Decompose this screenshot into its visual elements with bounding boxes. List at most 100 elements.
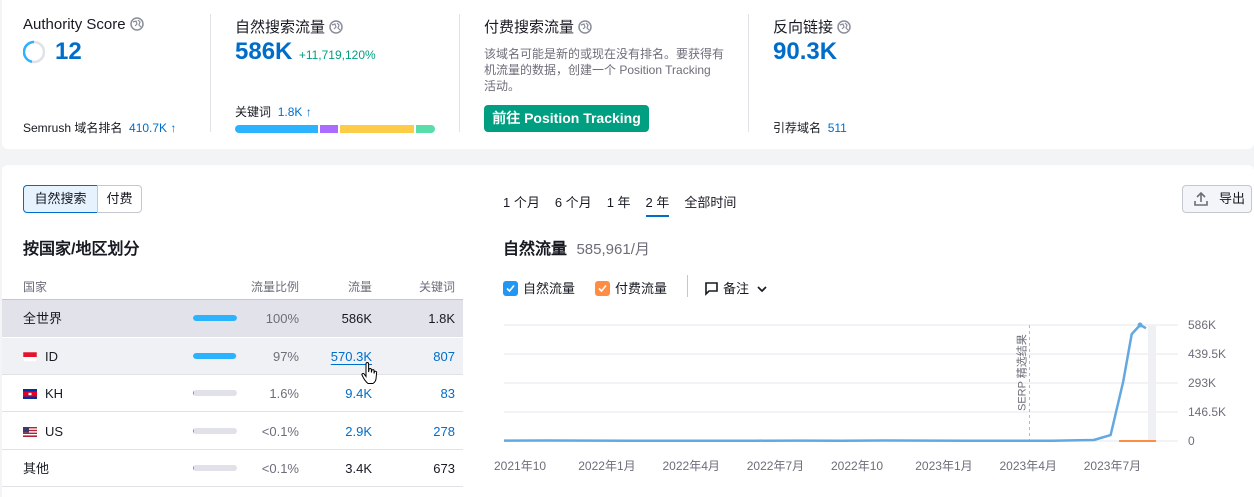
chart-title-value: 585,961/月 (576, 241, 650, 258)
globe-icon[interactable] (129, 17, 144, 31)
table-row[interactable]: ID 97% 570.3K 807 (2, 337, 463, 375)
x-tick-label: 2022年4月 (663, 459, 720, 473)
table-row[interactable]: KH 1.6% 9.4K 83 (2, 375, 463, 412)
legend-organic[interactable]: 自然流量 (503, 278, 575, 297)
traffic-card: 自然搜索 付费 按国家/地区划分 国家 流量比例 流量 关键词 全世界 100% 5… (2, 165, 1254, 497)
y-tick-label: 146.5K (1188, 405, 1226, 419)
country-cell: ID (23, 338, 58, 375)
traffic-cell[interactable]: 2.9K (302, 413, 372, 450)
distribution-segment[interactable] (235, 125, 319, 133)
keywords-up-arrow-icon: ↑ (305, 105, 312, 119)
semrush-rank: Semrush 域名排名 410.7K ↑ (23, 121, 177, 135)
authority-gauge-icon (23, 40, 45, 64)
organic-traffic-value-group: 586K +11,719,120% (235, 38, 376, 66)
share-cell: 100% (265, 311, 299, 326)
organic-keywords-value[interactable]: 1.8K (278, 105, 303, 119)
country-cell: 全世界 (23, 300, 62, 337)
chart-title: 自然流量 (503, 241, 568, 258)
traffic-cell: 3.4K (345, 461, 372, 476)
chart-hover-band (1147, 325, 1156, 441)
paid-traffic-message: 该域名可能是新的或现在没有排名。要获得有 机流量的数据，创建一个 Positio… (484, 47, 725, 93)
period-option[interactable]: 1 年 (607, 192, 631, 217)
globe-icon[interactable] (329, 20, 343, 34)
overview-card: Authority Score 12 Semrush 域名排名 410.7K ↑… (2, 0, 1254, 149)
keywords-cell[interactable]: 278 (385, 413, 455, 450)
organic-keywords: 关键词 1.8K ↑ (235, 105, 312, 119)
organic-checkbox-icon[interactable] (503, 281, 518, 296)
paid-checkbox-icon[interactable] (595, 281, 610, 296)
cambodia-flag-icon (23, 389, 37, 399)
country-cell: US (23, 413, 63, 450)
col-header-share[interactable]: 流量比例 (199, 278, 299, 295)
organic-toggle-button[interactable]: 自然搜索 (23, 185, 98, 213)
keywords-cell: 1.8K (428, 311, 455, 326)
semrush-rank-value[interactable]: 410.7K (129, 121, 167, 135)
x-tick-label: 2022年10 (831, 459, 883, 473)
distribution-segment[interactable] (415, 125, 435, 133)
period-selector: 1 个月 6 个月 1 年 2 年全部时间 (503, 192, 736, 217)
chart-title-group: 自然流量 585,961/月 (503, 235, 650, 259)
country-name: 全世界 (23, 311, 63, 326)
country-name: 其他 (23, 461, 50, 476)
traffic-share-bar (193, 465, 237, 471)
export-button[interactable]: 导出 (1182, 185, 1252, 213)
divider (459, 14, 460, 132)
period-option[interactable]: 2 年 (645, 192, 670, 217)
traffic-cell: 586K (341, 311, 372, 326)
distribution-segment[interactable] (320, 125, 338, 133)
table-row[interactable]: US <0.1% 2.9K 278 (2, 413, 463, 450)
col-header-keywords[interactable]: 关键词 (385, 278, 455, 295)
data-point[interactable] (1137, 322, 1143, 328)
period-option[interactable]: 全部时间 (684, 192, 736, 217)
comment-icon (705, 282, 718, 296)
organic-traffic-change: +11,719,120% (298, 48, 376, 62)
period-option[interactable]: 6 个月 (555, 192, 592, 217)
y-tick-label: 293K (1188, 376, 1216, 390)
globe-icon[interactable] (578, 20, 592, 34)
referring-domains: 引荐域名 511 (773, 121, 847, 135)
organic-traffic-value[interactable]: 586K (235, 38, 292, 65)
organic-traffic-title: 自然搜索流量 (235, 16, 343, 37)
position-tracking-button[interactable]: 前往 Position Tracking (484, 105, 649, 132)
backlinks-title: 反向链接 (773, 16, 851, 37)
annotation-label: SERP 精选结果 (1016, 334, 1029, 411)
export-icon (1194, 192, 1208, 206)
backlinks-value[interactable]: 90.3K (773, 38, 837, 66)
period-option[interactable]: 1 个月 (503, 192, 540, 217)
paid-traffic-title: 付费搜索流量 (484, 16, 592, 37)
country-cell: KH (23, 375, 63, 412)
x-tick-label: 2023年7月 (1084, 459, 1141, 473)
authority-score-title: Authority Score (23, 16, 144, 33)
distribution-segment[interactable] (339, 125, 414, 133)
chevron-down-icon (757, 286, 767, 293)
referring-domains-value[interactable]: 511 (828, 121, 847, 135)
notes-dropdown[interactable]: 备注 (704, 278, 767, 297)
country-section-title: 按国家/地区划分 (23, 241, 140, 258)
country-name: ID (45, 348, 58, 364)
x-tick-label: 2022年1月 (578, 459, 635, 473)
y-tick-label: 439.5K (1188, 347, 1226, 361)
x-tick-label: 2021年10 (494, 459, 546, 473)
y-tick-label: 586K (1188, 318, 1216, 332)
usa-flag-icon (23, 426, 37, 437)
traffic-share-bar (193, 427, 237, 434)
y-tick-label: 0 (1188, 434, 1195, 448)
legend-paid[interactable]: 付费流量 (595, 278, 667, 297)
keywords-cell[interactable]: 83 (385, 375, 455, 412)
rank-up-arrow-icon: ↑ (170, 121, 177, 135)
country-name: US (45, 423, 64, 439)
authority-score-value[interactable]: 12 (55, 38, 82, 66)
table-row[interactable]: 其他 <0.1% 3.4K 673 (2, 450, 463, 487)
globe-icon[interactable] (837, 20, 851, 34)
divider (748, 14, 749, 132)
organic-traffic-chart[interactable]: 586K 439.5K 293K 146.5K 0 2021年10 2022年1月 2022年… (492, 315, 1252, 480)
keywords-cell[interactable]: 807 (385, 338, 455, 375)
keyword-distribution-bar[interactable] (235, 125, 435, 133)
hand-cursor-icon (361, 362, 378, 384)
col-header-traffic[interactable]: 流量 (302, 278, 372, 295)
table-row[interactable]: 全世界 100% 586K 1.8K (2, 300, 463, 337)
share-cell: <0.1% (261, 423, 299, 439)
paid-toggle-button[interactable]: 付费 (97, 185, 142, 213)
x-tick-label: 2023年4月 (1000, 459, 1057, 473)
traffic-share-bar (193, 352, 237, 359)
